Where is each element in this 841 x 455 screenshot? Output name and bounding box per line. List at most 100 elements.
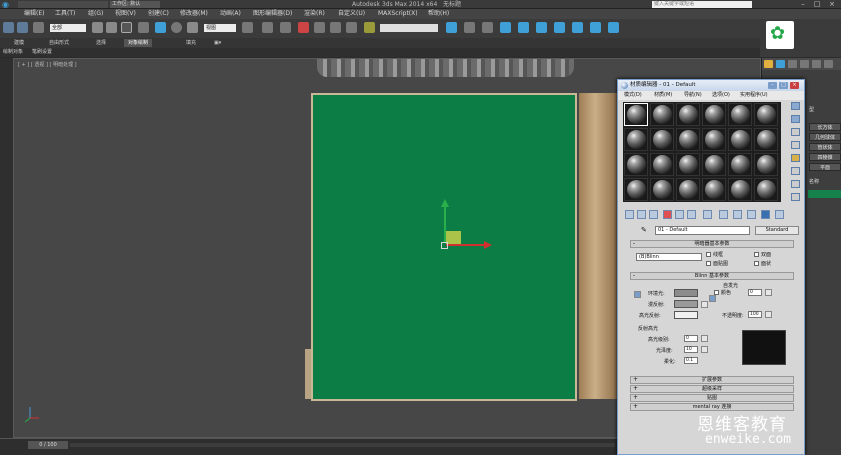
tab-freeform[interactable]: 自由形式 [45,39,73,47]
wire-checkbox[interactable] [706,252,711,257]
rollout-extended[interactable]: + 扩展参数 [630,376,794,384]
me-menu-options[interactable]: 选项(O) [712,91,730,100]
gizmo-xy-plane[interactable] [446,231,461,244]
utilities-tab-icon[interactable] [824,60,833,68]
select-by-name-icon[interactable] [106,22,117,33]
move-icon[interactable] [155,22,166,33]
select-by-material-icon[interactable] [791,193,800,201]
align-icon[interactable] [464,22,475,33]
make-unique-icon[interactable] [675,210,684,219]
plane-button[interactable]: 平面 [809,163,841,171]
rect-select-region-icon[interactable] [121,22,132,33]
tab-populate[interactable]: 填充 [182,39,200,47]
show-end-result-icon[interactable] [733,210,742,219]
specular-color-swatch[interactable] [674,311,698,319]
scale-icon[interactable] [187,22,198,33]
sample-slot[interactable] [676,178,700,201]
gizmo-center[interactable] [441,242,448,249]
app-logo-icon[interactable]: ◉ [2,0,14,9]
sample-slot[interactable] [702,178,726,201]
search-input[interactable]: 键入关键字或短语 [652,1,752,8]
material-type-button[interactable]: Standard [755,226,799,235]
reference-coord-dropdown[interactable]: 视图 [204,24,236,32]
spinner-snap-icon[interactable] [346,22,357,33]
show-map-icon[interactable] [719,210,728,219]
percent-snap-icon[interactable] [330,22,341,33]
graphite-toggle-icon[interactable] [500,22,511,33]
edit-named-selection-icon[interactable] [364,22,375,33]
sample-uv-tiling-icon[interactable] [791,141,800,149]
reset-map-icon[interactable] [663,210,672,219]
faceted-checkbox[interactable] [754,261,759,266]
sample-slot[interactable] [728,128,752,151]
sample-slot[interactable] [676,153,700,176]
motion-tab-icon[interactable] [800,60,809,68]
rollout-maps[interactable]: + 贴图 [630,394,794,402]
gizmo-x-axis[interactable] [446,244,486,246]
menu-animation[interactable]: 动画(A) [220,9,241,19]
redo-icon[interactable] [17,22,28,33]
minimize-icon[interactable]: – [796,0,810,9]
lock-diffuse-specular-icon[interactable] [709,295,716,302]
rollout-blinn-basic[interactable]: - Blinn 基本参数 [630,272,794,280]
selection-filter-dropdown[interactable]: 全部 [50,24,86,32]
angle-snap-icon[interactable] [314,22,325,33]
named-selection-dropdown[interactable] [380,24,438,32]
two-sided-checkbox[interactable] [754,252,759,257]
rollout-supersampling[interactable]: + 超级采样 [630,385,794,393]
layer-manager-icon[interactable] [482,22,493,33]
schematic-view-icon[interactable] [536,22,547,33]
sample-slot[interactable] [702,103,726,126]
sample-slot[interactable] [702,153,726,176]
rollout-shader-basic[interactable]: - 明暗器基本参数 [630,240,794,248]
menu-graph-editors[interactable]: 图形编辑器(D) [253,9,292,19]
select-object-icon[interactable] [92,22,103,33]
brush-settings-label[interactable]: 笔刷设置 [32,48,52,57]
go-to-parent-icon[interactable] [747,210,756,219]
wood-trim-object[interactable] [579,93,619,399]
box-button[interactable]: 长方体 [809,123,841,131]
sample-slot[interactable] [624,153,648,176]
specular-level-value[interactable]: 0 [684,335,698,342]
sample-slot[interactable] [754,103,778,126]
menu-maxscript[interactable]: MAXScript(X) [378,9,418,19]
sample-slot[interactable] [754,178,778,201]
viewport-label[interactable]: [ + ] [ 透视 ] [ 明暗处理 ] [18,61,77,68]
make-preview-icon[interactable] [791,167,800,175]
sample-slot[interactable] [650,103,674,126]
menu-edit[interactable]: 编辑(E) [24,9,44,19]
sample-slot[interactable] [728,153,752,176]
me-menu-material[interactable]: 材质(M) [654,91,672,100]
menu-tools[interactable]: 工具(T) [55,9,75,19]
close-icon[interactable]: × [825,0,839,9]
menu-modifiers[interactable]: 修改器(M) [180,9,208,19]
select-manipulate-icon[interactable] [262,22,273,33]
quick-access-toolbar[interactable] [18,1,108,8]
menu-help[interactable]: 帮助(H) [428,9,449,19]
sample-slot[interactable] [624,178,648,201]
self-illum-map-button[interactable] [765,289,772,296]
soften-value[interactable]: 0.1 [684,357,698,364]
sample-slot[interactable] [702,128,726,151]
sample-slot[interactable] [676,128,700,151]
time-slider[interactable]: 0 / 100 [28,441,68,449]
mirror-icon[interactable] [446,22,457,33]
go-forward-sibling-icon[interactable] [761,210,770,219]
sample-slot[interactable] [624,103,648,126]
eyedropper-icon[interactable]: ✎ [641,226,647,234]
tube-button[interactable]: 管状体 [809,143,841,151]
gizmo-y-arrow[interactable] [441,199,449,207]
render-setup-icon[interactable] [572,22,583,33]
ambient-color-swatch[interactable] [674,289,698,297]
opacity-map-button[interactable] [765,311,772,318]
me-maximize-icon[interactable]: □ [779,82,788,89]
get-material-icon[interactable] [625,210,634,219]
me-minimize-icon[interactable]: – [768,82,777,89]
sample-slot[interactable] [754,128,778,151]
snap-toggle-icon[interactable] [298,22,309,33]
sample-slot[interactable] [676,103,700,126]
display-tab-icon[interactable] [812,60,821,68]
lock-ambient-diffuse-icon[interactable] [634,291,641,298]
create-tab-icon[interactable] [764,60,773,68]
sample-slot[interactable] [754,153,778,176]
